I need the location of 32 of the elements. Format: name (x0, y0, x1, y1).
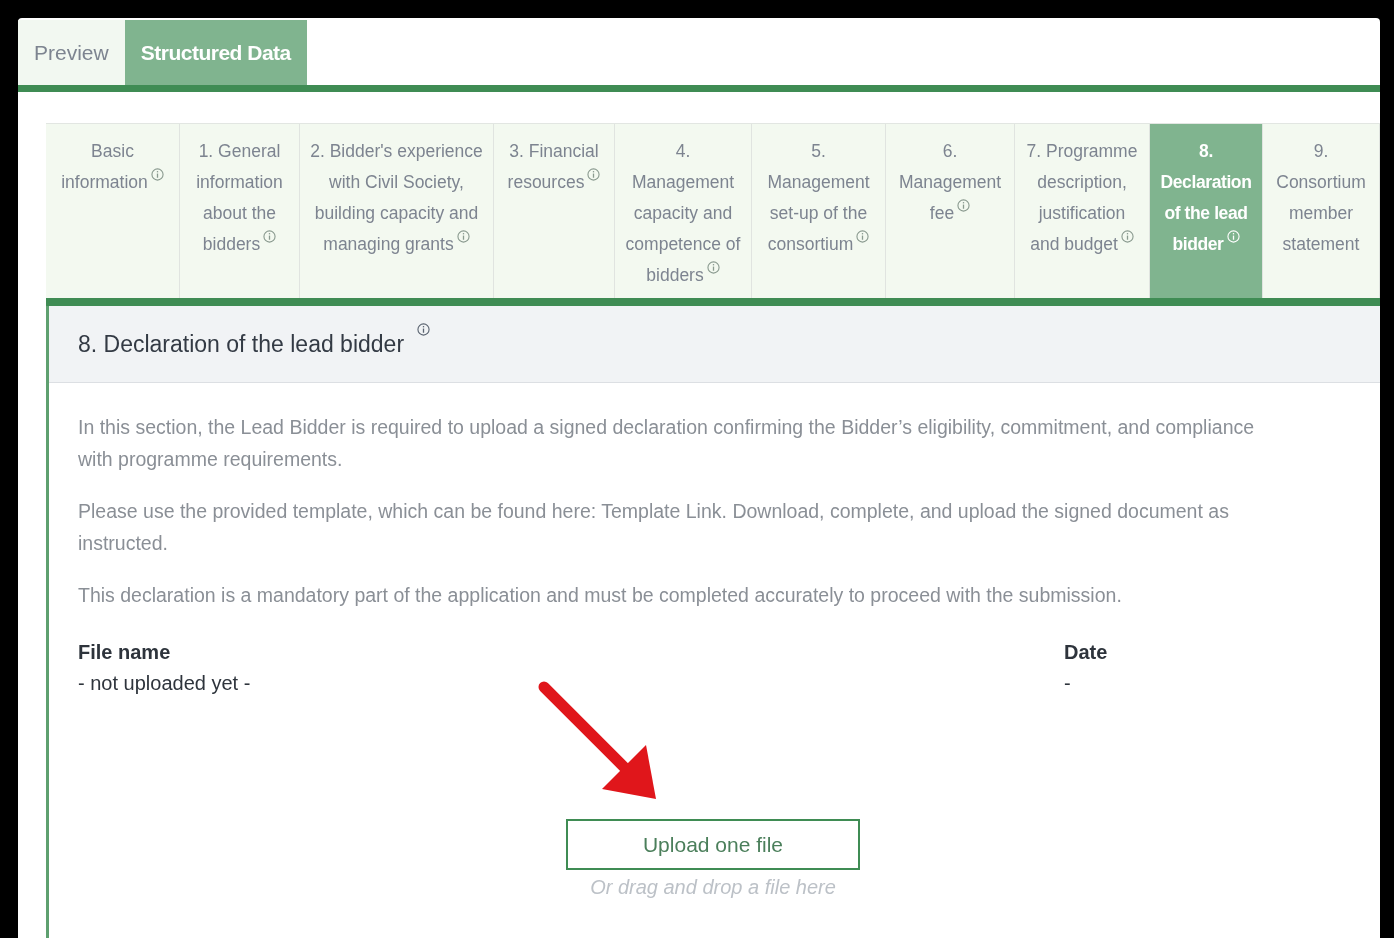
description-paragraph: Please use the provided template, which can be found here: Template Link. Download, complete, and upload the signed document as instructed. (78, 499, 1230, 556)
info-icon (1226, 230, 1240, 244)
step-tab[interactable]: 9. Consortium member statement (1263, 124, 1380, 298)
step-tab[interactable]: 4. Management capacity and competence of bidders (615, 124, 752, 298)
info-icon (456, 230, 470, 244)
view-tab[interactable]: Structured Data (124, 20, 307, 85)
step-tab[interactable]: 5. Management set-up of the consortium (752, 124, 886, 298)
description-paragraph: This declaration is a mandatory part of the application and must be completed accurately to proceed with the submission. (78, 583, 1123, 608)
info-icon (150, 168, 164, 182)
section-title: 8. Declaration of the lead bidder (78, 330, 405, 358)
step-tab[interactable]: 2. Bidder's experience with Civil Society, building capacity and managing grants (300, 124, 494, 298)
info-icon (856, 230, 870, 244)
step-tab[interactable]: 3. Financial resources (494, 124, 615, 298)
info-icon (1120, 230, 1134, 244)
info-icon (417, 323, 431, 337)
info-icon (957, 199, 971, 213)
description-paragraph: In this section, the Lead Bidder is required to upload a signed declaration confirming the Bidder’s eligibility, commitment, and compliance with programme requirements. (78, 415, 1256, 472)
step-tab[interactable]: 6. Management fee (886, 124, 1015, 298)
column-header: File name (78, 640, 172, 665)
info-icon (263, 230, 277, 244)
step-tab[interactable]: 8. Declaration of the lead bidder (1150, 124, 1263, 298)
drop-hint: Or drag and drop a file here (590, 876, 836, 899)
step-tab[interactable]: 1. General information about the bidders (180, 124, 300, 298)
info-icon (587, 168, 601, 182)
upload-button[interactable]: Upload one file (566, 819, 860, 870)
column-header: Date (1064, 640, 1109, 665)
table-cell-text: - (1064, 671, 1072, 696)
step-tab[interactable]: 7. Programme description, justification and budget (1015, 124, 1150, 298)
table-cell-text: - not uploaded yet - (78, 671, 252, 696)
step-tab[interactable]: Basic information (46, 124, 180, 298)
view-tab[interactable]: Preview (18, 20, 125, 85)
info-icon (706, 261, 720, 275)
